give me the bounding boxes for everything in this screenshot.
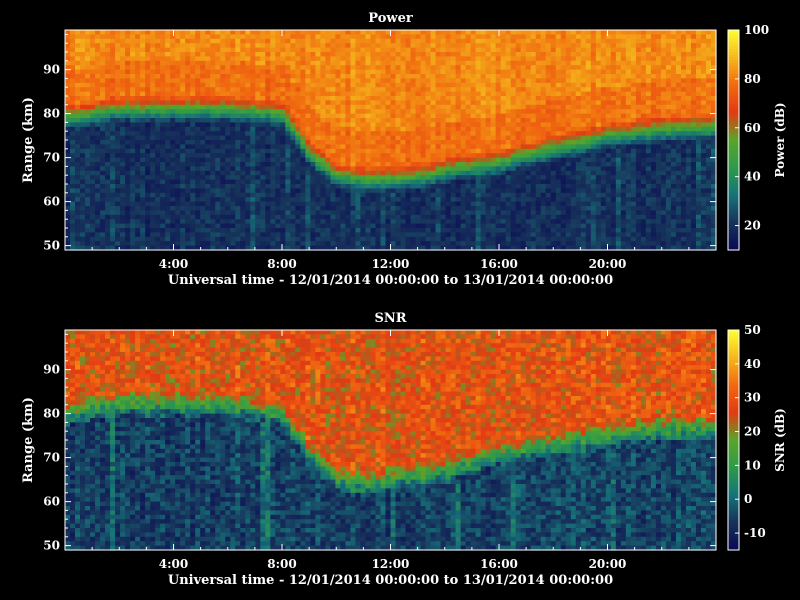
colorbar-label: Power (dB) [773,102,787,177]
colorbar-tick-label: 30 [744,391,761,405]
snr-panel: SNR 4:00 8:00 12:00 16:00 20:00 50 60 70 80 90 Univ… [0,300,800,600]
x-tick-label: 16:00 [480,257,518,271]
colorbar-tick-label: 20 [744,219,761,233]
y-tick-label: 60 [43,195,60,209]
y-tick-label: 80 [43,107,60,121]
colorbar [727,29,740,251]
colorbar-tick-label: 40 [744,170,761,184]
x-tick-label: 12:00 [372,557,410,571]
colorbar-label: SNR (dB) [773,408,787,472]
x-tick-label: 20:00 [589,257,627,271]
x-tick-label: 8:00 [267,557,296,571]
heatmap [65,330,717,551]
y-tick-label: 70 [43,151,60,165]
colorbar-tick-label: -10 [744,526,766,540]
y-axis-label: Range (km) [21,97,36,183]
colorbar-tick-label: 0 [744,492,752,506]
y-tick-label: 50 [43,239,60,253]
x-tick-label: 16:00 [480,557,518,571]
x-tick-label: 4:00 [159,557,188,571]
power-chart: Power 4:00 8:00 12:00 16:00 20:00 50 60 70 80 90 Un… [21,11,787,288]
colorbar-tick-label: 60 [744,121,761,135]
colorbar [727,329,740,551]
y-axis-label: Range (km) [21,397,36,483]
colorbar-tick-label: 100 [744,23,769,37]
colorbar-tick-label: 40 [744,357,761,371]
y-tick-label: 70 [43,451,60,465]
x-tick-label: 20:00 [589,557,627,571]
colorbar-tick-label: 10 [744,458,761,472]
snr-chart: SNR 4:00 8:00 12:00 16:00 20:00 50 60 70 80 90 Univ… [21,311,787,588]
chart-title: Power [368,11,413,26]
x-tick-label: 12:00 [372,257,410,271]
y-tick-label: 90 [43,63,60,77]
x-tick-label: 8:00 [267,257,296,271]
colorbar-tick-label: 20 [744,425,761,439]
colorbar-tick-label: 50 [744,323,761,337]
y-tick-label: 60 [43,495,60,509]
x-tick-label: 4:00 [159,257,188,271]
x-axis-label: Universal time - 12/01/2014 00:00:00 to … [168,273,613,288]
colorbar-tick-label: 80 [744,72,761,86]
x-axis-label: Universal time - 12/01/2014 00:00:00 to … [168,573,613,588]
y-tick-label: 80 [43,407,60,421]
power-panel: Power 4:00 8:00 12:00 16:00 20:00 50 60 70 80 90 Un… [0,0,800,300]
y-tick-label: 50 [43,539,60,553]
chart-title: SNR [374,311,406,326]
heatmap [65,30,717,251]
y-tick-label: 90 [43,363,60,377]
